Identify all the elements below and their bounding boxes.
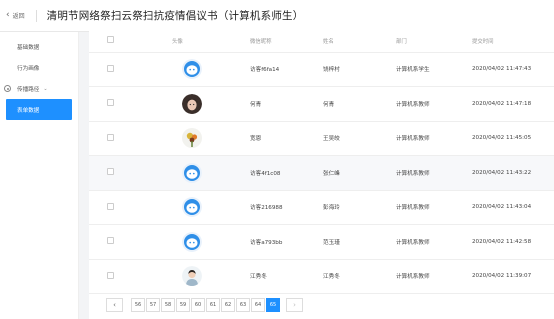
submit-time-cell: 2020/04/02 11:45:05 (472, 121, 554, 156)
sidebar-item-basic-data[interactable]: 基础数据 (0, 36, 78, 57)
submit-time-cell: 2020/04/02 11:47:18 (472, 86, 554, 122)
nickname-cell: 宽恩 (250, 121, 323, 156)
page-button[interactable]: 63 (236, 298, 250, 312)
chevron-right-icon: › (293, 301, 296, 309)
department-cell: 计算机系教师 (396, 86, 472, 122)
department-cell: 计算机系教师 (396, 190, 472, 225)
table-row[interactable]: 何青 何青 计算机系教师 2020/04/02 11:47:18 (89, 86, 554, 122)
department-cell: 计算机系教师 (396, 259, 472, 294)
page-title: 清明节网络祭扫云祭扫抗疫情倡议书（计算机系师生） (46, 10, 304, 22)
avatar (182, 59, 202, 80)
nickname-cell: 何青 (250, 86, 323, 122)
page-button[interactable]: 60 (191, 298, 205, 312)
back-button[interactable]: ‹ 返回 (6, 10, 25, 21)
top-bar: ‹ 返回 清明节网络祭扫云祭扫抗疫情倡议书（计算机系师生） (0, 0, 554, 32)
avatar (182, 197, 202, 218)
avatar (182, 128, 202, 149)
row-checkbox[interactable] (107, 99, 114, 107)
main-content: 头像 微信昵称 姓名 部门 提交时间 访客f6fa14 饶梓村 计算机系学生 2… (89, 30, 554, 319)
sidebar: 基础数据 行为画像 传播路径 ⌄ 表单数据 (0, 32, 79, 319)
sidebar-item-form-data[interactable]: 表单数据 (6, 99, 72, 120)
nickname-cell: 江秀冬 (250, 259, 323, 294)
department-cell: 计算机系学生 (396, 52, 472, 87)
next-page-button[interactable]: › (286, 298, 303, 312)
name-cell: 范玉瑾 (323, 224, 396, 260)
sidebar-group-propagation[interactable]: 传播路径 ⌄ (0, 78, 78, 99)
back-label: 返回 (12, 13, 25, 20)
page-button[interactable]: 61 (206, 298, 220, 312)
sidebar-item-label: 行为画像 (17, 65, 40, 72)
submit-time-cell: 2020/04/02 11:39:07 (472, 259, 554, 294)
sidebar-item-label: 表单数据 (17, 107, 40, 114)
page-button[interactable]: 58 (161, 298, 175, 312)
submit-time-cell: 2020/04/02 11:42:58 (472, 224, 554, 260)
pagination: ‹ 56 57 58 59 60 61 62 63 64 65 › (106, 298, 304, 312)
nickname-cell: 访客4f1c08 (250, 155, 323, 191)
divider (35, 9, 37, 22)
sidebar-item-label: 传播路径 (17, 86, 40, 93)
chevron-down-icon: ⌄ (43, 85, 48, 92)
page-button[interactable]: 62 (221, 298, 235, 312)
row-checkbox[interactable] (107, 133, 114, 141)
nickname-cell: 访客f6fa14 (250, 52, 323, 87)
name-cell: 张仁峰 (323, 155, 396, 191)
submit-time-cell: 2020/04/02 11:47:43 (472, 52, 554, 87)
column-header-avatar: 头像 (172, 30, 250, 53)
table-header: 头像 微信昵称 姓名 部门 提交时间 (89, 30, 554, 53)
name-cell: 彭海玲 (323, 190, 396, 225)
submit-time-cell: 2020/04/02 11:43:04 (472, 190, 554, 225)
row-checkbox[interactable] (107, 64, 114, 72)
column-header-department: 部门 (396, 30, 472, 53)
name-cell: 饶梓村 (323, 52, 396, 87)
page-button[interactable]: 64 (251, 298, 265, 312)
table-row[interactable]: 访客4f1c08 张仁峰 计算机系教师 2020/04/02 11:43:22 (89, 155, 554, 191)
name-cell: 江秀冬 (323, 259, 396, 294)
name-cell: 何青 (323, 86, 396, 122)
department-cell: 计算机系教师 (396, 224, 472, 260)
sidebar-item-label: 基础数据 (17, 44, 40, 51)
row-checkbox[interactable] (107, 271, 114, 279)
department-cell: 计算机系教师 (396, 121, 472, 156)
row-checkbox[interactable] (107, 168, 114, 176)
prev-page-button[interactable]: ‹ (106, 298, 123, 312)
column-header-submit-time: 提交时间 (472, 30, 554, 53)
form-data-table: 头像 微信昵称 姓名 部门 提交时间 访客f6fa14 饶梓村 计算机系学生 2… (89, 30, 554, 294)
submit-time-cell: 2020/04/02 11:43:22 (472, 155, 554, 191)
column-header-nickname: 微信昵称 (250, 30, 323, 53)
target-icon (4, 85, 11, 92)
chevron-left-icon: ‹ (113, 301, 116, 309)
avatar (182, 93, 202, 114)
nickname-cell: 访客a793bb (250, 224, 323, 260)
table-row[interactable]: 宽恩 王吴皎 计算机系教师 2020/04/02 11:45:05 (89, 121, 554, 156)
avatar (182, 231, 202, 252)
table-row[interactable]: 访客a793bb 范玉瑾 计算机系教师 2020/04/02 11:42:58 (89, 224, 554, 260)
row-checkbox[interactable] (107, 202, 114, 210)
page-button[interactable]: 56 (131, 298, 145, 312)
page-button[interactable]: 57 (146, 298, 160, 312)
chevron-left-icon: ‹ (6, 10, 10, 20)
sidebar-item-behavior-profile[interactable]: 行为画像 (0, 57, 78, 78)
table-row[interactable]: 江秀冬 江秀冬 计算机系教师 2020/04/02 11:39:07 (89, 259, 554, 294)
column-header-name: 姓名 (323, 30, 396, 53)
avatar (182, 162, 202, 183)
avatar (182, 266, 202, 287)
name-cell: 王吴皎 (323, 121, 396, 156)
table-row[interactable]: 访客f6fa14 饶梓村 计算机系学生 2020/04/02 11:47:43 (89, 52, 554, 87)
row-checkbox[interactable] (107, 237, 114, 245)
table-row[interactable]: 访客216988 彭海玲 计算机系教师 2020/04/02 11:43:04 (89, 190, 554, 225)
current-page-button[interactable]: 65 (266, 298, 280, 312)
select-all-checkbox[interactable] (107, 36, 114, 44)
department-cell: 计算机系教师 (396, 155, 472, 191)
nickname-cell: 访客216988 (250, 190, 323, 225)
page-button[interactable]: 59 (176, 298, 190, 312)
